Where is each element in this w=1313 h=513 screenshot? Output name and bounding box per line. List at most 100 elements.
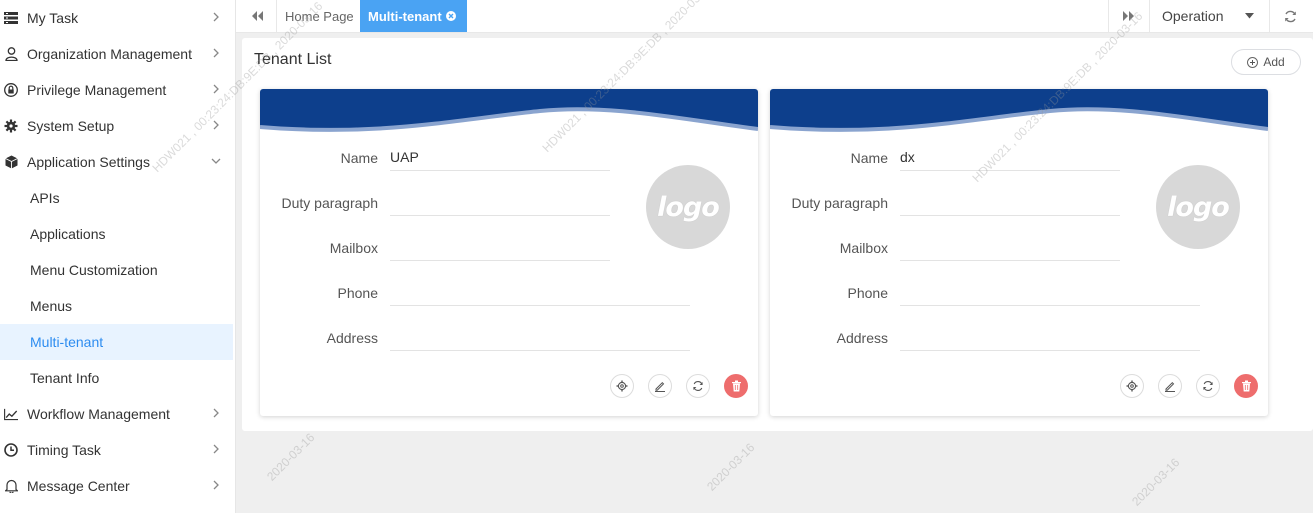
gear-icon [4,119,18,133]
cube-icon [4,155,18,169]
sidebar-item-system-setup[interactable]: System Setup [0,108,236,144]
sync-icon [693,381,703,391]
chevron-right-icon [213,444,219,454]
tenant-logo: logo [1156,165,1240,249]
user-icon [4,47,18,61]
sidebar-item-organization-management[interactable]: Organization Management [0,36,236,72]
address-value [390,327,690,351]
sidebar-item-message-center[interactable]: Message Center [0,468,236,504]
sidebar-subitem-menus[interactable]: Menus [0,288,233,324]
sync-button[interactable] [1196,374,1220,398]
add-button-label: Add [1263,55,1285,69]
card-banner [770,89,1268,132]
watermark-text: 2020-03-16 [704,440,758,494]
tab-label: Home Page [285,8,354,24]
plus-circle-icon [1247,56,1259,68]
tab-bar: Home Page Multi-tenant Operation [236,0,1313,33]
duty-paragraph-value [900,192,1120,216]
sidebar-item-label: Message Center [27,478,130,494]
logo-text: logo [1167,191,1230,223]
sidebar-item-label: Timing Task [27,442,101,458]
sidebar-item-privilege-management[interactable]: Privilege Management [0,72,236,108]
close-tab-icon[interactable] [445,11,456,21]
gear-icon [1126,380,1138,392]
duty-paragraph-label: Duty paragraph [281,195,378,211]
task-list-icon [4,11,18,25]
mailbox-label: Mailbox [839,240,888,256]
page-title: Tenant List [254,51,332,68]
edit-button[interactable] [1158,374,1182,398]
mailbox-label: Mailbox [329,240,378,256]
trash-icon [731,380,741,392]
tenant-logo: logo [646,165,730,249]
phone-label: Phone [337,285,378,301]
refresh-button[interactable] [1279,0,1301,32]
card-banner [260,89,758,132]
mailbox-value [900,237,1120,261]
sidebar-item-label: System Setup [27,118,115,134]
chevron-down-icon [211,158,221,164]
delete-button[interactable] [724,374,748,398]
phone-value [390,282,690,306]
tab-home-page[interactable]: Home Page [276,0,360,32]
scroll-tabs-right-button[interactable] [1118,0,1140,32]
chevron-right-icon [213,12,219,22]
sidebar-item-application-settings[interactable]: Application Settings [0,144,236,180]
add-button[interactable]: Add [1231,49,1301,75]
address-label: Address [836,330,888,346]
double-chevron-left-icon [252,11,263,21]
pencil-icon [1165,381,1175,392]
sidebar-item-my-task[interactable]: My Task [0,0,236,36]
edit-button[interactable] [648,374,672,398]
duty-paragraph-value [390,192,610,216]
settings-button[interactable] [610,374,634,398]
caret-down-icon [1245,13,1254,19]
sidebar-item-timing-task[interactable]: Timing Task [0,432,236,468]
tenant-card: Name UAP Duty paragraph Mailbox Phone Ad… [260,89,758,416]
name-value: UAP [390,147,610,171]
address-label: Address [326,330,378,346]
phone-value [900,282,1200,306]
tab-multi-tenant[interactable]: Multi-tenant [360,0,467,32]
sidebar-subitem-menu-customization[interactable]: Menu Customization [0,252,233,288]
chevron-right-icon [213,120,219,130]
sidebar-subitem-multi-tenant[interactable]: Multi-tenant [0,324,233,360]
clock-icon [4,443,18,457]
chevron-right-icon [213,408,219,418]
sidebar-subitem-applications[interactable]: Applications [0,216,233,252]
sidebar: My Task Organization Management Privileg… [0,0,236,513]
tenant-card: Name dx Duty paragraph Mailbox Phone Add… [770,89,1268,416]
name-label: Name [850,150,888,166]
chevron-right-icon [213,84,219,94]
logo-text: logo [657,191,720,223]
sidebar-item-label: Privilege Management [27,82,167,98]
chevron-right-icon [213,48,219,58]
scroll-tabs-left-button[interactable] [246,0,268,32]
mailbox-value [390,237,610,261]
settings-button[interactable] [1120,374,1144,398]
sidebar-item-label: Organization Management [27,46,192,62]
sync-button[interactable] [686,374,710,398]
name-value: dx [900,147,1120,171]
watermark-text: 2020-03-16 [1129,455,1183,509]
sidebar-subitem-tenant-info[interactable]: Tenant Info [0,360,233,396]
sync-icon [1203,381,1213,391]
refresh-icon [1284,10,1296,22]
trash-icon [1241,380,1251,392]
delete-button[interactable] [1234,374,1258,398]
trend-chart-icon [4,407,18,421]
tenant-list-panel: Tenant List Add Name UAP Duty paragraph … [242,38,1313,431]
sidebar-item-label: Application Settings [27,154,150,170]
pencil-icon [655,381,665,392]
sidebar-item-label: Workflow Management [27,406,170,422]
phone-label: Phone [847,285,888,301]
operation-dropdown[interactable]: Operation [1162,0,1268,32]
tab-label: Multi-tenant [368,8,442,24]
duty-paragraph-label: Duty paragraph [791,195,888,211]
operation-label: Operation [1162,8,1224,24]
lock-icon [4,83,18,97]
address-value [900,327,1200,351]
sidebar-item-workflow-management[interactable]: Workflow Management [0,396,236,432]
bell-icon [4,479,18,493]
sidebar-subitem-apis[interactable]: APIs [0,180,233,216]
